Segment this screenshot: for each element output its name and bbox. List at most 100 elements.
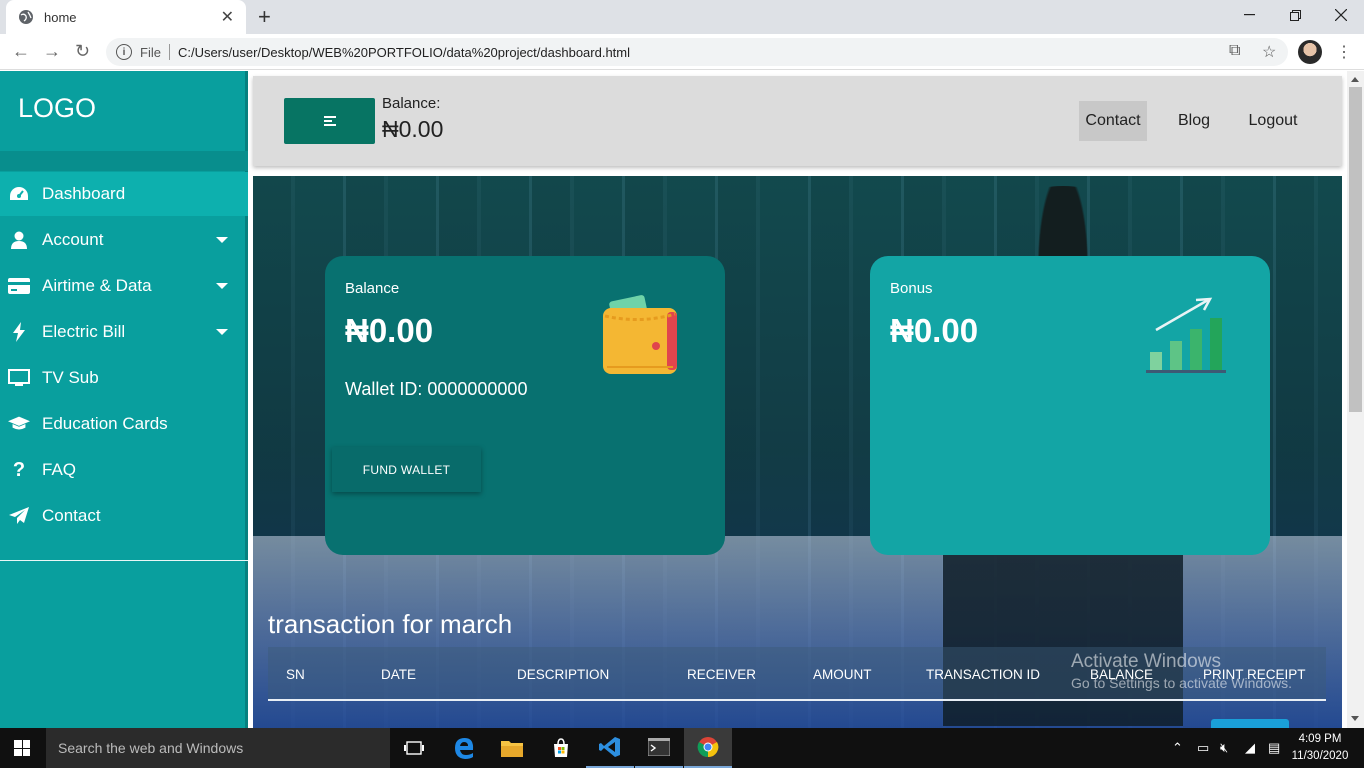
caret-down-icon	[216, 329, 228, 335]
taskbar-search-box[interactable]: Search the web and Windows	[46, 728, 390, 768]
balance-card-title: Balance	[345, 280, 400, 297]
card-icon	[8, 278, 30, 294]
print-receipt-button[interactable]	[1211, 719, 1289, 728]
edge-browser-icon[interactable]	[440, 728, 488, 768]
sidebar-item-tv-sub[interactable]: TV Sub	[0, 356, 248, 400]
nav-link-contact[interactable]: Contact	[1079, 101, 1147, 141]
sidebar-item-label: TV Sub	[42, 368, 99, 387]
scroll-down-arrow-icon[interactable]	[1351, 716, 1359, 721]
sidebar-item-account[interactable]: Account	[0, 218, 248, 262]
globe-icon	[19, 10, 33, 24]
taskbar-clock[interactable]: 4:09 PM 11/30/2020	[1290, 731, 1350, 765]
forward-arrow-icon[interactable]: →	[43, 41, 61, 62]
new-tab-button[interactable]: +	[258, 4, 271, 30]
scrollbar-thumb[interactable]	[1349, 87, 1362, 412]
sidebar-toggle-button[interactable]	[284, 98, 375, 144]
navbar-balance-value: ₦0.00	[382, 116, 444, 142]
sidebar-item-faq[interactable]: ? FAQ	[0, 448, 248, 492]
battery-icon[interactable]: ▭	[1197, 740, 1209, 756]
dashboard-hero: Balance ₦0.00 Wallet ID: 0000000000 FUND…	[253, 176, 1342, 728]
task-view-icon[interactable]	[390, 728, 438, 768]
column-header-amount: AMOUNT	[813, 667, 872, 682]
fund-wallet-button[interactable]: FUND WALLET	[332, 447, 481, 492]
table-row	[268, 716, 1326, 728]
sidebar-item-education-cards[interactable]: Education Cards	[0, 402, 248, 446]
navbar-balance-label: Balance:	[382, 95, 441, 112]
transactions-title: transaction for march	[268, 609, 513, 639]
volume-muted-icon[interactable]: 🔇︎	[1220, 740, 1228, 756]
balance-card: Balance ₦0.00 Wallet ID: 0000000000 FUND…	[325, 256, 725, 555]
bookmark-star-icon[interactable]: ☆	[1262, 42, 1276, 62]
question-icon: ?	[12, 458, 26, 481]
info-icon[interactable]: i	[116, 44, 132, 60]
vscode-icon[interactable]	[586, 728, 634, 768]
top-navbar: Balance: ₦0.00 Contact Blog Logout	[253, 76, 1342, 166]
sidebar-item-contact[interactable]: Contact	[0, 494, 248, 538]
clock-time: 4:09 PM	[1298, 733, 1342, 745]
watermark-line-1: Activate Windows	[1071, 651, 1221, 672]
close-icon	[1335, 9, 1347, 21]
sidebar-item-label: Dashboard	[42, 184, 126, 203]
sidebar: LOGO Dashboard Account Airtime & Data El…	[0, 71, 248, 728]
tab-close-icon[interactable]: ✕	[221, 7, 234, 27]
activate-windows-watermark: Activate Windows Go to Settings to activ…	[1071, 651, 1292, 691]
url-separator	[168, 44, 170, 60]
page-scrollbar[interactable]	[1347, 71, 1364, 728]
sidebar-item-airtime-data[interactable]: Airtime & Data	[0, 264, 248, 308]
graduation-cap-icon	[8, 416, 30, 432]
sidebar-item-label: Account	[42, 230, 104, 249]
clock-date: 11/30/2020	[1291, 750, 1349, 762]
restore-window-button[interactable]	[1272, 0, 1318, 30]
column-header-date: DATE	[381, 667, 417, 682]
terminal-icon[interactable]	[635, 728, 683, 768]
translate-icon[interactable]: ⧉	[1229, 42, 1240, 60]
sidebar-item-label: Electric Bill	[42, 322, 126, 341]
tv-icon	[8, 369, 30, 387]
scroll-up-arrow-icon[interactable]	[1351, 77, 1359, 82]
sidebar-item-label: Education Cards	[42, 414, 168, 433]
paper-plane-icon	[8, 507, 30, 525]
column-header-description: DESCRIPTION	[517, 667, 610, 682]
url-text[interactable]: C:/Users/user/Desktop/WEB%20PORTFOLIO/da…	[178, 45, 630, 60]
url-omnibox[interactable]: i File C:/Users/user/Desktop/WEB%20PORTF…	[106, 38, 1288, 66]
dashboard-icon	[8, 186, 30, 202]
minimize-icon	[1243, 14, 1255, 16]
user-icon	[8, 231, 30, 249]
sidebar-item-label: FAQ	[42, 460, 77, 479]
logo[interactable]: LOGO	[18, 93, 96, 124]
column-header-sn: SN	[286, 667, 305, 682]
wallet-id: Wallet ID: 0000000000	[345, 379, 528, 399]
sidebar-item-label: Airtime & Data	[42, 276, 152, 295]
restore-icon	[1289, 9, 1301, 21]
store-icon[interactable]	[537, 728, 585, 768]
file-scheme-label: File	[140, 44, 161, 60]
profile-avatar[interactable]	[1298, 40, 1322, 64]
column-header-transaction-id: TRANSACTION ID	[926, 667, 1041, 682]
nav-link-logout[interactable]: Logout	[1238, 101, 1308, 141]
browser-menu-icon[interactable]: ⋮	[1336, 42, 1352, 62]
wifi-icon[interactable]: ◢	[1245, 740, 1255, 756]
menu-lines-icon	[323, 114, 336, 128]
caret-down-icon	[216, 237, 228, 243]
bonus-card-title: Bonus	[890, 280, 933, 297]
close-window-button[interactable]	[1318, 0, 1364, 30]
sidebar-item-electric-bill[interactable]: Electric Bill	[0, 310, 248, 354]
tray-chevron-up-icon[interactable]: ⌃	[1172, 740, 1183, 756]
watermark-line-2: Go to Settings to activate Windows.	[1071, 675, 1292, 691]
windows-taskbar: Search the web and Windows ⌃ ▭ 🔇︎ ◢ ▤ 4:…	[0, 728, 1364, 768]
chrome-icon[interactable]	[684, 728, 732, 768]
logo-divider-strip	[0, 151, 248, 171]
browser-tab[interactable]: home ✕	[6, 0, 246, 34]
nav-link-blog[interactable]: Blog	[1164, 101, 1224, 141]
tab-title: home	[44, 9, 77, 25]
sidebar-item-dashboard[interactable]: Dashboard	[0, 172, 248, 216]
sidebar-item-label: Contact	[42, 506, 101, 525]
column-header-receiver: RECEIVER	[687, 667, 757, 682]
minimize-window-button[interactable]	[1226, 0, 1272, 30]
back-arrow-icon[interactable]: ←	[12, 41, 30, 62]
action-center-icon[interactable]: ▤	[1268, 740, 1280, 756]
windows-start-icon[interactable]	[14, 740, 30, 756]
reload-icon[interactable]: ↻	[75, 41, 90, 62]
sidebar-divider	[0, 560, 248, 561]
file-explorer-icon[interactable]	[488, 728, 536, 768]
